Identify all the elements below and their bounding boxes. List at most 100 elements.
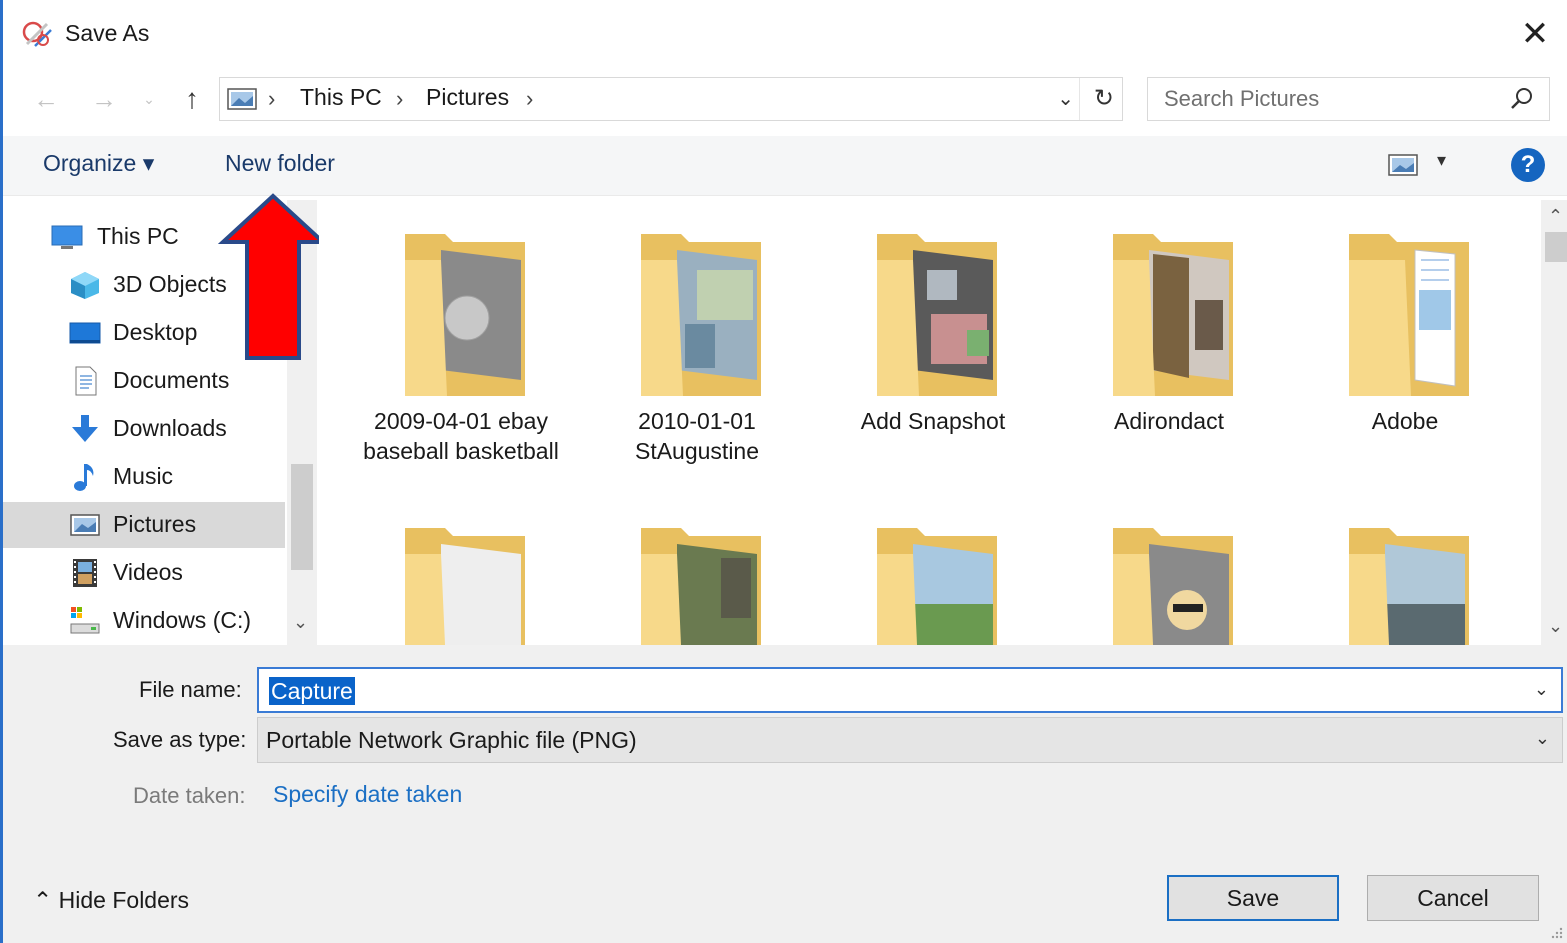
folder-item[interactable]: Adobe (1305, 200, 1505, 500)
folder-item[interactable]: 2010-01-01 StAugustine (597, 200, 797, 500)
folder-item[interactable] (833, 494, 1033, 645)
arrow-left-icon: ← (33, 83, 59, 114)
new-folder-button[interactable]: New folder (225, 150, 335, 177)
save-as-type-value: Portable Network Graphic file (PNG) (266, 727, 637, 753)
cancel-button[interactable]: Cancel (1367, 875, 1539, 921)
sidebar-item-label: Pictures (113, 511, 197, 537)
address-bar[interactable]: › This PC › Pictures › ⌄ ↻ (219, 77, 1123, 121)
command-toolbar: Organize ▾ New folder ▾ ? (3, 136, 1567, 196)
pictures-icon (70, 514, 100, 536)
search-input[interactable]: Search Pictures (1147, 77, 1550, 121)
desktop-icon (69, 322, 101, 344)
scrollbar-thumb[interactable] (1545, 232, 1567, 262)
close-button[interactable]: ✕ (1515, 14, 1555, 54)
search-icon (1511, 88, 1532, 109)
hide-folders-button[interactable]: ⌃ Hide Folders (33, 887, 189, 914)
folder-icon (1349, 234, 1469, 396)
document-icon (75, 366, 97, 396)
title-bar: Save As ✕ (3, 0, 1567, 66)
chevron-down-icon: ⌄ (1534, 728, 1550, 748)
folder-icon (1349, 528, 1469, 645)
scrollbar-thumb[interactable] (291, 464, 313, 570)
sidebar-item-music[interactable]: Music (3, 454, 285, 500)
folder-item[interactable]: Add Snapshot (833, 200, 1033, 500)
up-button[interactable]: ↑ (175, 82, 209, 116)
save-options-panel: File name: Capture ⌄ Save as type: Porta… (3, 645, 1567, 943)
file-list: 2009-04-01 ebay baseball basketball 2010… (319, 200, 1541, 645)
sidebar-item-label: This PC (97, 223, 179, 249)
file-name-field[interactable]: Capture ⌄ (257, 667, 1563, 713)
folder-icon (641, 528, 761, 645)
film-icon (73, 559, 97, 587)
breadcrumb-separator[interactable]: › (526, 86, 533, 112)
save-button[interactable]: Save (1167, 875, 1339, 921)
folder-label: Adobe (1371, 408, 1439, 434)
folder-item[interactable]: Adirondact (1069, 200, 1269, 500)
folder-label: 2009-04-01 ebay baseball basketball (363, 408, 559, 464)
file-list-scrollbar[interactable]: ⌃ ⌄ (1541, 200, 1567, 645)
annotation-arrow (217, 193, 329, 360)
view-options-dropdown[interactable]: ▾ (1437, 150, 1446, 171)
resize-grip-icon[interactable] (1549, 925, 1563, 939)
sidebar-item-label: Documents (113, 367, 230, 393)
cube-icon (71, 272, 99, 299)
drive-icon (70, 607, 100, 634)
help-icon: ? (1520, 151, 1536, 178)
specify-date-taken-link[interactable]: Specify date taken (273, 781, 462, 808)
scroll-up-icon[interactable]: ⌃ (1548, 206, 1563, 227)
chevron-down-icon: ⌄ (143, 90, 155, 107)
chevron-down-icon[interactable]: ⌄ (1534, 679, 1549, 700)
breadcrumb-pictures[interactable]: Pictures (426, 84, 509, 111)
sidebar-item-label: 3D Objects (113, 271, 227, 297)
folder-item[interactable]: 2009-04-01 ebay baseball basketball (361, 200, 561, 500)
change-view-icon[interactable] (1387, 152, 1419, 178)
breadcrumb-separator: › (268, 86, 276, 111)
folder-label: Adirondact (1114, 408, 1224, 434)
folder-icon (405, 234, 525, 396)
sidebar-item-videos[interactable]: Videos (3, 550, 285, 596)
date-taken-label: Date taken: (133, 783, 246, 808)
organize-button[interactable]: Organize ▾ (43, 150, 154, 177)
back-button[interactable]: ← (29, 82, 63, 116)
scroll-down-icon[interactable]: ⌄ (1548, 616, 1563, 637)
monitor-icon (51, 225, 83, 249)
help-button[interactable]: ? (1511, 148, 1545, 182)
arrow-up-icon: ↑ (185, 83, 199, 114)
save-as-type-label: Save as type: (113, 727, 247, 752)
navigation-bar: ← → ⌄ ↑ › This PC › Pictures › ⌄ ↻ Searc… (3, 72, 1567, 124)
divider (1079, 78, 1080, 120)
sidebar-item-label: Desktop (113, 319, 198, 345)
folder-label: 2010-01-01 StAugustine (634, 408, 760, 464)
address-dropdown-button[interactable]: ⌄ (1057, 86, 1074, 111)
save-as-type-select[interactable]: Portable Network Graphic file (PNG) ⌄ (257, 717, 1563, 763)
search-placeholder: Search Pictures (1164, 86, 1320, 111)
folder-icon (877, 528, 997, 645)
breadcrumb-separator[interactable]: › (396, 86, 403, 112)
sidebar-item-pictures[interactable]: Pictures (3, 502, 285, 548)
folder-icon (1113, 234, 1233, 396)
scroll-down-icon[interactable]: ⌄ (293, 612, 308, 633)
forward-button[interactable]: → (87, 82, 121, 116)
folder-item[interactable] (1069, 494, 1269, 645)
recent-locations-button[interactable]: ⌄ (139, 82, 159, 116)
file-name-value: Capture (269, 677, 355, 705)
folder-item[interactable] (1305, 494, 1505, 645)
music-icon (74, 464, 94, 491)
refresh-button[interactable]: ↻ (1094, 84, 1114, 113)
arrow-right-icon: → (91, 83, 117, 114)
close-icon: ✕ (1520, 15, 1550, 53)
breadcrumb-this-pc[interactable]: This PC (300, 84, 382, 111)
folder-item[interactable] (597, 494, 797, 645)
save-as-dialog: Save As ✕ ← → ⌄ ↑ › This PC › Pictures ›… (0, 0, 1567, 943)
sidebar-item-label: Downloads (113, 415, 227, 441)
sidebar-item-documents[interactable]: Documents (3, 358, 285, 404)
pictures-icon (227, 88, 257, 110)
snipping-tool-icon (22, 21, 52, 47)
sidebar-item-downloads[interactable]: Downloads (3, 406, 285, 452)
folder-icon (405, 528, 525, 645)
folder-icon (641, 234, 761, 396)
folder-item[interactable] (361, 494, 561, 645)
sidebar-item-windows-c[interactable]: Windows (C:) (3, 598, 285, 644)
folder-label: Add Snapshot (860, 408, 1006, 434)
folder-icon (1113, 528, 1233, 645)
